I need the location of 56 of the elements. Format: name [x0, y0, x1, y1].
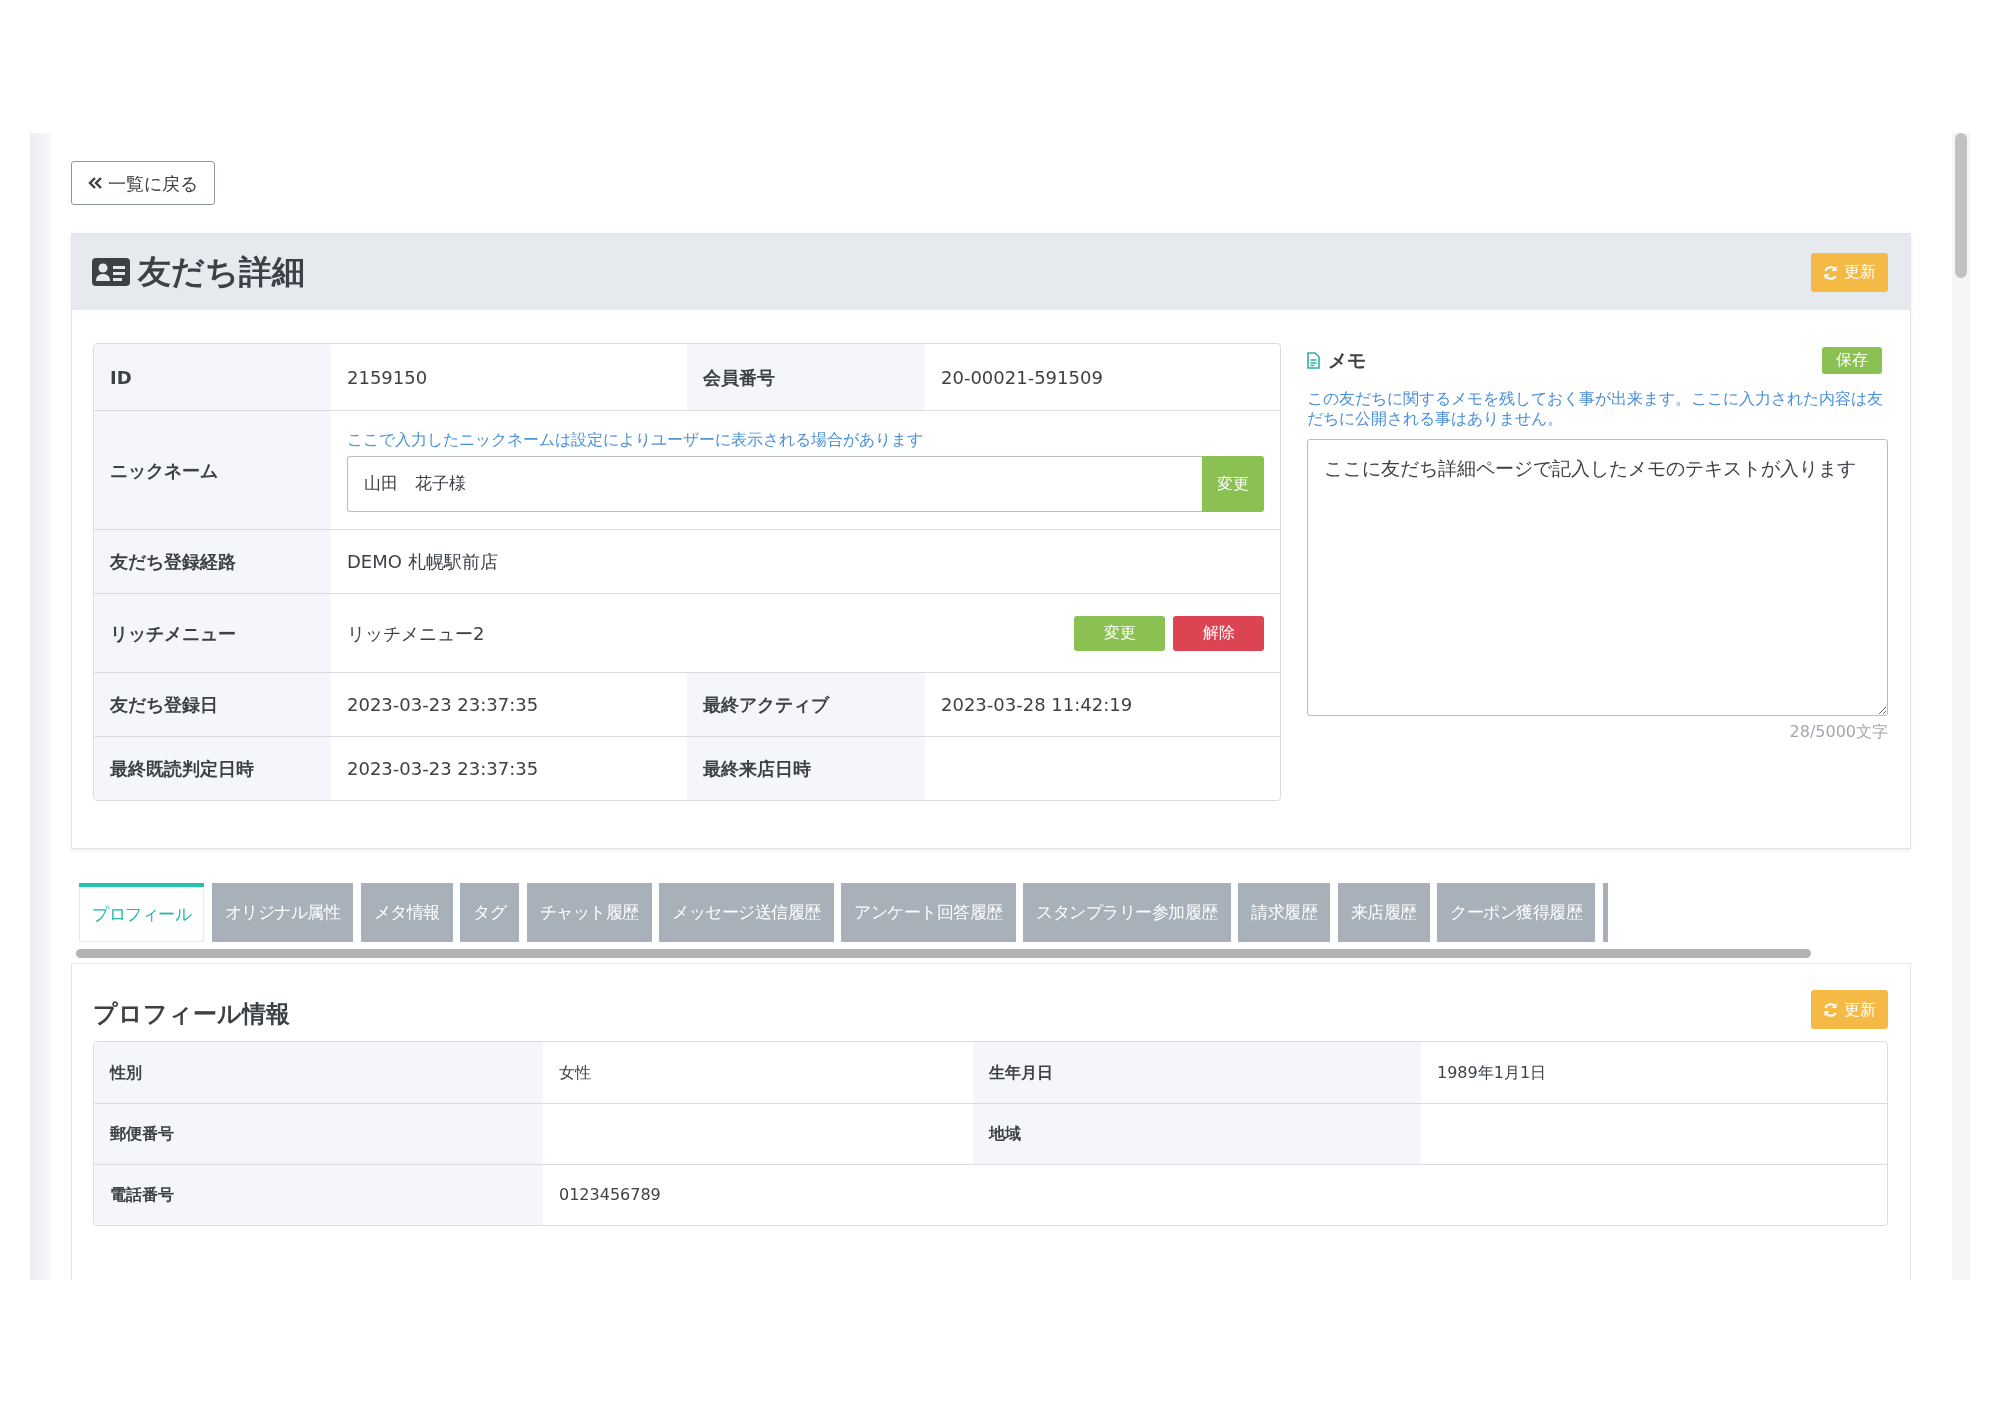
id-card-icon	[92, 258, 130, 286]
scrollbar-thumb[interactable]	[1955, 133, 1967, 278]
nickname-field[interactable]: 山田 花子様	[347, 456, 1202, 512]
save-button[interactable]: 保存	[1822, 346, 1882, 374]
tab[interactable]: プロフィール	[79, 883, 204, 942]
tab[interactable]: メタ情報	[360, 883, 453, 942]
label-cell: ニックネーム	[94, 410, 331, 529]
section-title: プロフィール情報	[93, 1000, 290, 1029]
refresh-button[interactable]: 更新	[1811, 990, 1888, 1029]
label-cell: 最終アクティブ	[687, 672, 925, 736]
table-cell: 2023-03-28 11:42:19	[925, 672, 1280, 736]
remove-button[interactable]: 解除	[1173, 615, 1264, 651]
table-cell-text: リッチメニュー2	[347, 621, 485, 646]
memo-title: メモ	[1328, 347, 1366, 373]
table-cell: 0123456789	[543, 1164, 1887, 1225]
label-cell: 性別	[94, 1042, 543, 1103]
tab[interactable]: アンケート回答履歴	[841, 883, 1016, 942]
label-cell: ID	[94, 344, 331, 410]
table-cell-text: 1989年1月1日	[1436, 1061, 1548, 1084]
tab[interactable]: クーポン獲得履歴	[1437, 883, 1595, 942]
label-cell: 郵便番号	[94, 1103, 543, 1164]
table-cell-text: 2159150	[346, 365, 429, 390]
tab[interactable]: チャット履歴	[526, 883, 652, 942]
refresh-button[interactable]: 更新	[1811, 252, 1888, 292]
page-title: 友だち詳細	[138, 252, 305, 292]
table-cell-text: 20-00021-591509	[940, 365, 1104, 390]
tab[interactable]: スタンプラリー参加履歴	[1023, 883, 1231, 942]
change-button[interactable]: 変更	[1202, 456, 1264, 512]
tab[interactable]: 請求履歴	[1238, 883, 1330, 942]
tab[interactable]: タグ	[460, 883, 519, 942]
table-cell: DEMO 札幌駅前店	[331, 529, 1280, 593]
label-cell: リッチメニュー	[94, 593, 331, 672]
label-cell: 友だち登録経路	[94, 529, 331, 593]
refresh-icon	[1823, 1002, 1838, 1017]
double-chevron-icon	[88, 177, 102, 189]
label-cell: 生年月日	[973, 1042, 1421, 1103]
label-cell: 会員番号	[687, 344, 925, 410]
tab[interactable]: 来店履歴	[1337, 883, 1430, 942]
refresh-icon	[1823, 264, 1838, 280]
label-cell: 最終来店日時	[687, 736, 925, 800]
label-cell: 友だち登録日	[94, 672, 331, 736]
hint-text: ここで入力したニックネームは設定によりユーザーに表示される場合があります	[347, 429, 924, 451]
back-button[interactable]: 一覧に戻る	[71, 161, 215, 205]
tab[interactable]: オリジナル属性	[211, 883, 353, 942]
character-counter: 28/5000文字	[1788, 721, 1888, 743]
table-cell-text: 女性	[558, 1061, 592, 1084]
label-cell: 最終既読判定日時	[94, 736, 331, 800]
partial-tab[interactable]	[1602, 883, 1608, 942]
document-icon	[1307, 351, 1320, 369]
scrollbar-thumb[interactable]	[76, 949, 1811, 958]
change-button[interactable]: 変更	[1074, 615, 1165, 651]
tab[interactable]: メッセージ送信履歴	[659, 883, 834, 942]
label-cell: 電話番号	[94, 1164, 543, 1225]
label-cell: 地域	[973, 1103, 1421, 1164]
memo-field[interactable]: ここに友だち詳細ページで記入したメモのテキストが入ります	[1307, 439, 1888, 716]
memo-description: この友だちに関するメモを残しておく事が出来ます。ここに入力された内容は友だちに公開される事はありません。	[1307, 389, 1884, 429]
